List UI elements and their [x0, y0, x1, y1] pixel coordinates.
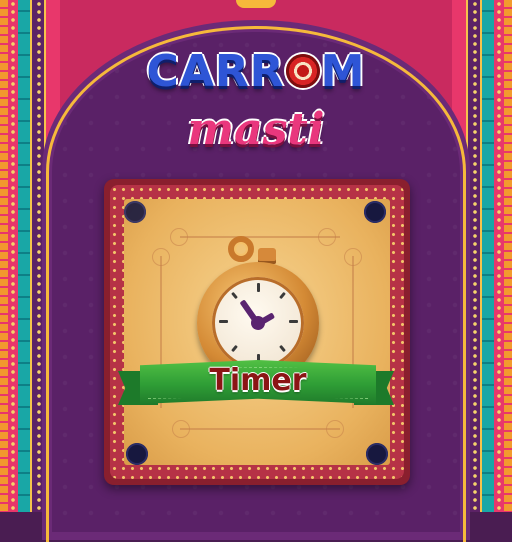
game-title-masti: masti — [187, 104, 325, 155]
arch-top-ornament — [236, 0, 276, 8]
stopwatch-tick — [219, 320, 228, 323]
pocket-top-left — [124, 201, 146, 223]
board-circle — [344, 248, 362, 266]
timer-mode-label: Timer — [209, 363, 307, 398]
pocket-bottom-left — [126, 443, 148, 465]
striker-o-icon — [285, 54, 320, 88]
board-baseline-top — [180, 236, 340, 238]
stopwatch-ring — [228, 236, 254, 262]
title-text-start: CARR — [146, 46, 285, 97]
board-circle — [326, 420, 344, 438]
board-circle — [152, 248, 170, 266]
pocket-top-right — [364, 201, 386, 223]
board-circle — [170, 228, 188, 246]
stopwatch-hub — [251, 316, 265, 330]
game-title-carrom: CARR M — [0, 46, 512, 97]
title-text-end: M — [320, 46, 366, 97]
board-baseline-bottom — [180, 428, 340, 430]
stopwatch-tick — [289, 320, 298, 323]
board-circle — [318, 228, 336, 246]
board-circle — [172, 420, 190, 438]
stopwatch-tick — [257, 283, 260, 292]
pocket-bottom-right — [366, 443, 388, 465]
